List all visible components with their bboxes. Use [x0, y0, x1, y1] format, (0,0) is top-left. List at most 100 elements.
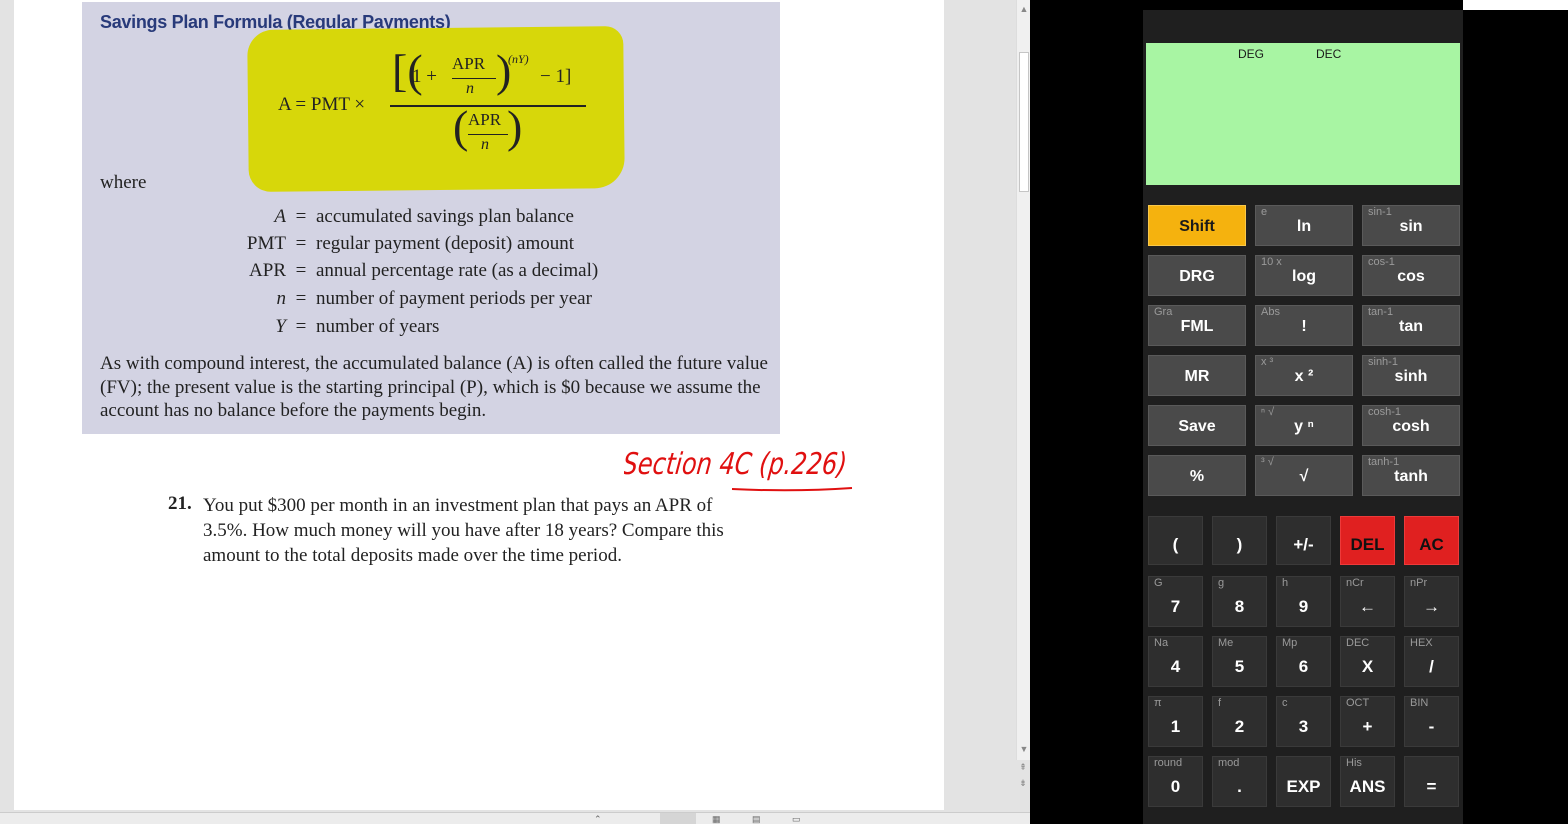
key-label: cos: [1397, 268, 1425, 285]
eight-button[interactable]: g8: [1212, 576, 1267, 627]
key-secondary-label: Gra: [1154, 306, 1173, 318]
del-button[interactable]: DEL: [1340, 516, 1395, 565]
formula-inner-bar: [452, 78, 496, 80]
prev-page-icon[interactable]: ⇞: [1016, 760, 1030, 774]
ans-button[interactable]: His ANS: [1340, 756, 1395, 807]
definition-eq: =: [295, 288, 307, 309]
key-label: tanh: [1394, 468, 1428, 485]
square-button[interactable]: x ³ x ²: [1255, 355, 1353, 396]
equals-button[interactable]: =: [1404, 756, 1459, 807]
definition-row: A = accumulated savings plan balance: [200, 206, 660, 228]
key-label: (: [1172, 535, 1179, 554]
left-arrow-button[interactable]: nCr ←: [1340, 576, 1395, 627]
formula-exponent: (nY): [508, 52, 529, 66]
question-text: You put $300 per month in an investment …: [203, 495, 724, 566]
key-label: 4: [1170, 657, 1181, 676]
scroll-up-icon[interactable]: ▲: [1017, 2, 1031, 16]
divide-button[interactable]: HEX /: [1404, 636, 1459, 687]
key-secondary-label: HEX: [1410, 637, 1433, 649]
log-button[interactable]: 10 x log: [1255, 255, 1353, 296]
three-button[interactable]: c3: [1276, 696, 1331, 747]
key-secondary-label: sinh-1: [1368, 356, 1398, 368]
four-button[interactable]: Na 4: [1148, 636, 1203, 687]
key-secondary-label: His: [1346, 757, 1362, 769]
formula-den-close: ): [507, 101, 523, 152]
key-label: DRG: [1179, 268, 1215, 285]
percent-button[interactable]: %: [1148, 455, 1246, 496]
definition-text: number of payment periods per year: [316, 288, 592, 309]
sin-button[interactable]: sin-1 sin: [1362, 205, 1460, 246]
read-mode-icon[interactable]: [660, 813, 696, 824]
minus-button[interactable]: BIN -: [1404, 696, 1459, 747]
key-label: ): [1236, 535, 1243, 554]
nine-button[interactable]: h9: [1276, 576, 1331, 627]
sinh-button[interactable]: sinh-1 sinh: [1362, 355, 1460, 396]
sqrt-button[interactable]: ³ √ √: [1255, 455, 1353, 496]
ln-button[interactable]: e ln: [1255, 205, 1353, 246]
scrollbar-thumb[interactable]: [1019, 52, 1029, 192]
key-label: 6: [1298, 657, 1309, 676]
key-secondary-label: cos-1: [1368, 256, 1395, 268]
print-layout-icon[interactable]: ▦: [712, 813, 721, 824]
web-layout-icon[interactable]: ▤: [752, 813, 761, 824]
six-button[interactable]: Mp 6: [1276, 636, 1331, 687]
handwritten-note: Section 4C (p.226): [624, 447, 853, 492]
five-button[interactable]: Me 5: [1212, 636, 1267, 687]
definition-row: APR = annual percentage rate (as a decim…: [200, 260, 660, 282]
key-label: 8: [1234, 597, 1245, 616]
formula-den-open: (: [453, 101, 469, 152]
key-secondary-label: DEC: [1346, 637, 1370, 649]
definition-var: PMT: [246, 233, 286, 254]
next-page-icon[interactable]: ⇟: [1016, 776, 1030, 790]
key-label: sin: [1399, 218, 1423, 235]
key-secondary-label: cosh-1: [1368, 406, 1402, 418]
key-label: %: [1189, 468, 1205, 485]
formula-lhs: A = PMT ×: [278, 94, 366, 115]
tanh-button[interactable]: tanh-1 tanh: [1362, 455, 1460, 496]
key-label: +/-: [1293, 535, 1314, 554]
vertical-scrollbar[interactable]: ▲ ▼: [1016, 0, 1030, 760]
status-bar: ⌃ ▦ ▤ ▭: [0, 812, 1030, 824]
save-button[interactable]: Save: [1148, 405, 1246, 446]
cos-button[interactable]: cos-1 cos: [1362, 255, 1460, 296]
two-button[interactable]: f2: [1212, 696, 1267, 747]
decimal-button[interactable]: mod.: [1212, 756, 1267, 807]
key-label: →: [1423, 597, 1440, 616]
close-paren-button[interactable]: ): [1212, 516, 1267, 565]
scroll-down-icon[interactable]: ▼: [1017, 742, 1031, 756]
sign-button[interactable]: +/-: [1276, 516, 1331, 565]
ac-button[interactable]: AC: [1404, 516, 1459, 565]
handwritten-note-text: Section 4C (p.226): [624, 447, 849, 482]
cosh-button[interactable]: cosh-1 cosh: [1362, 405, 1460, 446]
multiply-button[interactable]: DEC X: [1340, 636, 1395, 687]
key-label: DEL: [1350, 535, 1385, 554]
tan-button[interactable]: tan-1 tan: [1362, 305, 1460, 346]
zero-button[interactable]: round 0: [1148, 756, 1203, 807]
exp-button[interactable]: EXP: [1276, 756, 1331, 807]
key-label: ←: [1359, 597, 1376, 616]
mr-button[interactable]: MR: [1148, 355, 1246, 396]
shift-button[interactable]: Shift: [1148, 205, 1246, 246]
power-button[interactable]: ⁿ √ y ⁿ: [1255, 405, 1353, 446]
definition-eq: =: [295, 206, 307, 227]
one-button[interactable]: π1: [1148, 696, 1203, 747]
key-secondary-label: sin-1: [1368, 206, 1392, 218]
plus-button[interactable]: OCT +: [1340, 696, 1395, 747]
zoom-icon[interactable]: ▭: [792, 813, 801, 824]
drg-button[interactable]: DRG: [1148, 255, 1246, 296]
definition-row: Y = number of years: [200, 316, 660, 338]
key-label: x ²: [1294, 368, 1314, 385]
factorial-button[interactable]: Abs!: [1255, 305, 1353, 346]
right-arrow-button[interactable]: nPr →: [1404, 576, 1459, 627]
key-secondary-label: BIN: [1410, 697, 1429, 709]
key-secondary-label: nCr: [1346, 577, 1364, 589]
key-label: !: [1301, 318, 1307, 335]
key-secondary-label: G: [1154, 577, 1163, 589]
formula-apr: APR: [452, 54, 486, 73]
key-secondary-label: nPr: [1410, 577, 1428, 589]
seven-button[interactable]: G7: [1148, 576, 1203, 627]
key-secondary-label: Me: [1218, 637, 1234, 649]
open-paren-button[interactable]: (: [1148, 516, 1203, 565]
fml-button[interactable]: Gra FML: [1148, 305, 1246, 346]
formula-minus-one: − 1]: [540, 66, 572, 87]
